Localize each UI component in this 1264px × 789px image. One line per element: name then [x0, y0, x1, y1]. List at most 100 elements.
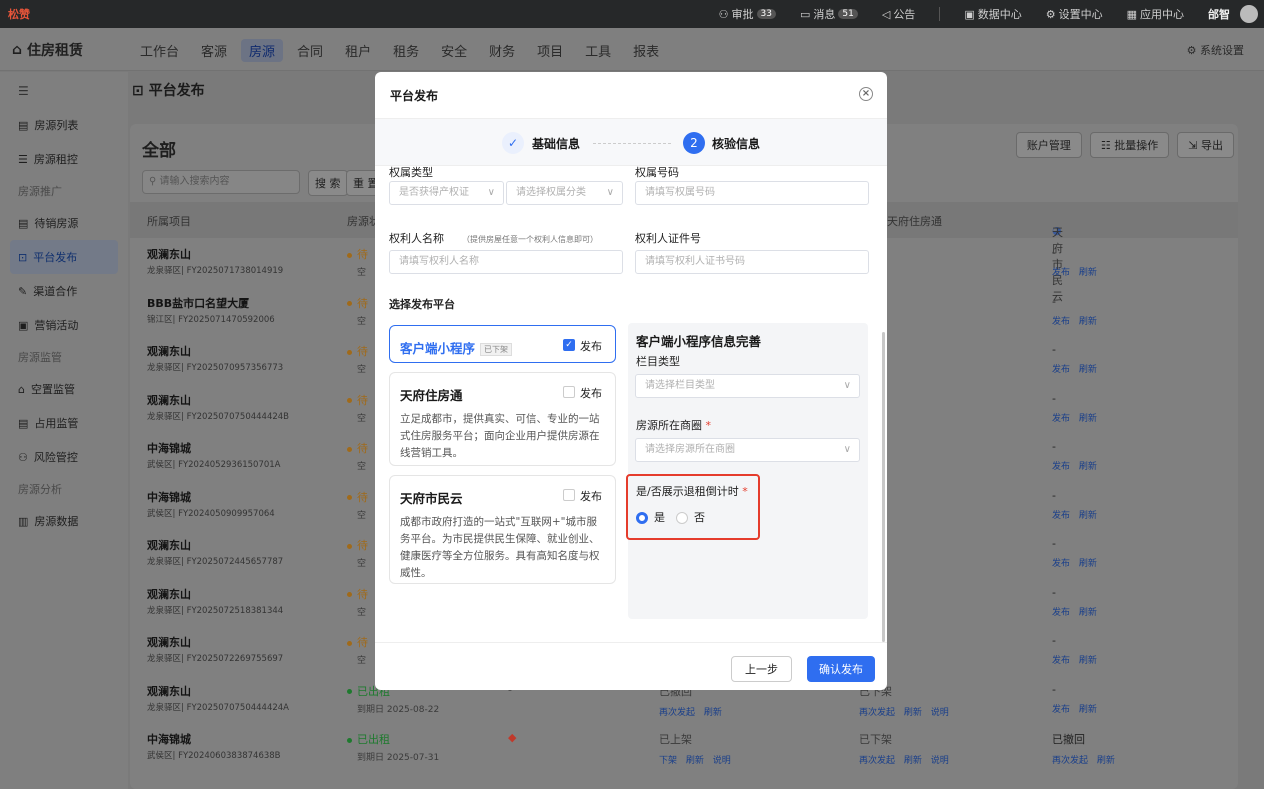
row-actions[interactable]: 再次发起 刷新 说明	[859, 753, 949, 766]
nav-item[interactable]: 报表	[633, 41, 659, 60]
platform-status-text: -	[1052, 634, 1056, 647]
search-input[interactable]: ⚲ 请输入搜索内容	[142, 170, 300, 194]
row-actions[interactable]: 下架 刷新 说明	[659, 753, 731, 766]
project-name[interactable]: 观澜东山	[147, 683, 191, 699]
collapse-menu-icon[interactable]: ☰	[0, 72, 128, 108]
platform-card-tianfu-housing[interactable]: 天府住房通 发布 立足成都市，提供真实、可信、专业的一站式住房服务平台；面向企业…	[389, 372, 616, 466]
step-verify-info: 核验信息	[712, 137, 761, 151]
status: 待	[347, 634, 368, 650]
row-actions[interactable]: 发布 刷新	[1052, 362, 1097, 375]
search-button[interactable]: 搜 索	[308, 170, 348, 196]
close-icon[interactable]: ×	[859, 87, 873, 101]
status-sub: 空	[357, 462, 367, 472]
status-text: 待	[357, 345, 368, 358]
row-actions[interactable]: 发布 刷新	[1052, 265, 1097, 278]
publish-checkbox[interactable]	[563, 386, 575, 398]
export-button[interactable]: ⇲ 导出	[1177, 132, 1234, 158]
project-name[interactable]: 中海锦城	[147, 440, 191, 456]
approval-entry[interactable]: ⚇ 审批 33	[719, 6, 776, 22]
notice-entry[interactable]: ◁ 公告	[882, 6, 915, 22]
sidebar-item[interactable]: ▤ 待销房源	[0, 206, 128, 240]
sidebar-item[interactable]: ▤ 房源列表	[0, 108, 128, 142]
sidebar-item[interactable]: ▥ 房源数据	[0, 504, 128, 538]
project-name[interactable]: 观澜东山	[147, 246, 191, 262]
status-sub: 空	[357, 607, 367, 618]
nav-item[interactable]: 安全	[441, 41, 467, 60]
confirm-publish-button[interactable]: 确认发布	[807, 656, 875, 682]
ownership-class-select[interactable]: 请选择权属分类 ∨	[506, 181, 623, 205]
avatar[interactable]	[1240, 5, 1258, 23]
chevron-down-icon: ∨	[843, 444, 851, 455]
batch-operation-button[interactable]: ☷ 批量操作	[1089, 132, 1170, 158]
toolbar: 账户管理 ☷ 批量操作 ⇲ 导出	[1015, 132, 1234, 158]
nav-item[interactable]: 客源	[201, 41, 227, 60]
handshake-icon: ✎	[18, 284, 28, 298]
project-name[interactable]: 观澜东山	[147, 586, 191, 602]
sidebar-item[interactable]: ✎ 渠道合作	[0, 274, 128, 308]
previous-step-button[interactable]: 上一步	[731, 656, 792, 682]
house-code: 龙泉驿区| FY2025072445657787	[147, 557, 284, 567]
project-name[interactable]: BBB盐市口名望大厦	[147, 295, 249, 311]
sidebar-item[interactable]: ▤ 占用监管	[0, 406, 128, 440]
row-actions[interactable]: 发布 刷新	[1052, 556, 1097, 569]
platform-card-tianfu-citizen[interactable]: 天府市民云 发布 成都市政府打造的一站式"互联网+"城市服务平台。为市民提供民生…	[389, 475, 616, 584]
nav-item[interactable]: 合同	[297, 41, 323, 60]
column-type-select[interactable]: 请选择栏目类型 ∨	[635, 374, 860, 398]
owner-name-input[interactable]: 请填写权利人名称	[389, 250, 623, 274]
row-actions[interactable]: 再次发起 刷新 说明	[859, 705, 949, 718]
house-code: 龙泉驿区| FY2025072269755697	[147, 654, 284, 664]
user-name[interactable]: 邰智	[1208, 6, 1230, 22]
status-sub: 空	[357, 559, 367, 569]
project-name[interactable]: 观澜东山	[147, 634, 191, 650]
ownership-type-label: 权属类型	[389, 166, 433, 179]
row-actions[interactable]: 再次发起 刷新	[659, 705, 722, 718]
nav-item[interactable]: 租户	[345, 41, 371, 60]
tianfu-citizen-status: - 发布 刷新	[1052, 489, 1097, 521]
project-name[interactable]: 中海锦城	[147, 731, 191, 747]
app-center-entry[interactable]: ▦ 应用中心	[1127, 6, 1184, 22]
nav-item[interactable]: 财务	[489, 41, 515, 60]
row-actions[interactable]: 发布 刷新	[1052, 459, 1097, 472]
settings-center-entry[interactable]: ⚙ 设置中心	[1046, 6, 1103, 22]
ownership-no-input[interactable]: 请填写权属号码	[635, 181, 869, 205]
project-name[interactable]: 观澜东山	[147, 537, 191, 553]
owner-id-input[interactable]: 请填写权利人证书号码	[635, 250, 869, 274]
tianfu-citizen-status: - 发布 刷新	[1052, 634, 1097, 666]
sidebar-item[interactable]: ⚇ 风险管控	[0, 440, 128, 474]
scrollbar[interactable]	[882, 332, 885, 642]
house-code: 龙泉驿区| FY2025070750444424A	[147, 702, 289, 713]
panel-title: 客户端小程序信息完善	[636, 334, 762, 349]
project-name[interactable]: 中海锦城	[147, 489, 191, 505]
sidebar-item[interactable]: ⌂ 空置监管	[0, 372, 128, 406]
publish-checkbox[interactable]: ✓	[563, 339, 575, 351]
project-name[interactable]: 观澜东山	[147, 392, 191, 408]
step-basic-info: 基础信息	[532, 137, 581, 151]
sidebar-item[interactable]: ☰ 房源租控	[0, 142, 128, 176]
message-entry[interactable]: ▭ 消息 51	[800, 6, 858, 22]
nav-item[interactable]: 工具	[585, 41, 611, 60]
data-center-entry[interactable]: ▣ 数据中心	[964, 6, 1021, 22]
row-actions[interactable]: 发布 刷新	[1052, 605, 1097, 618]
district-select[interactable]: 请选择房源所在商圈 ∨	[635, 438, 860, 462]
sidebar-item[interactable]: ▣ 营销活动	[0, 308, 128, 342]
nav-item[interactable]: 项目	[537, 41, 563, 60]
nav-item[interactable]: 租务	[393, 41, 419, 60]
ownership-cert-select[interactable]: 是否获得产权证 ∨	[389, 181, 504, 205]
sidebar-item[interactable]: ⊡ 平台发布	[10, 240, 118, 274]
nav-item[interactable]: 房源	[241, 39, 284, 62]
platform-card-mini-program[interactable]: 客户端小程序 已下架 ✓ 发布	[389, 325, 616, 363]
project-name[interactable]: 观澜东山	[147, 343, 191, 359]
platform-status-text: -	[1052, 585, 1056, 599]
sidebar-item-label: 占用监管	[34, 417, 79, 430]
row-actions[interactable]: 发布 刷新	[1052, 653, 1097, 666]
row-actions[interactable]: 再次发起 刷新	[1052, 753, 1115, 766]
nav-item[interactable]: 工作台	[140, 41, 179, 60]
row-actions[interactable]: 发布 刷新	[1052, 702, 1097, 715]
row-actions[interactable]: 发布 刷新	[1052, 314, 1097, 327]
row-actions[interactable]: 发布 刷新	[1052, 508, 1097, 521]
tianfu-citizen-status: - 发布 刷新	[1052, 440, 1097, 472]
publish-checkbox[interactable]	[563, 489, 575, 501]
account-manage-button[interactable]: 账户管理	[1015, 132, 1082, 158]
system-settings-link[interactable]: ⚙ 系统设置	[1187, 42, 1244, 58]
row-actions[interactable]: 发布 刷新	[1052, 411, 1097, 424]
